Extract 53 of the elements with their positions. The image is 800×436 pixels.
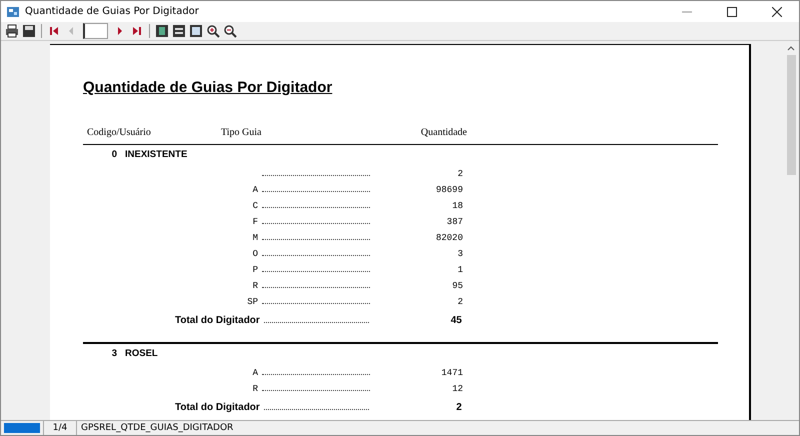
- total-value: 2: [455, 402, 462, 413]
- right-triangle-icon: [115, 26, 125, 36]
- quantity-value: 2: [456, 169, 463, 179]
- user-name: ROSEL: [125, 348, 158, 359]
- guide-type: SP: [246, 297, 258, 307]
- guide-type: A: [252, 185, 258, 195]
- quantity-value: 1471: [440, 368, 463, 378]
- single-page-button[interactable]: [154, 22, 170, 40]
- window-title: Quantidade de Guias Por Digitador: [25, 6, 199, 17]
- skip-last-icon: [132, 26, 142, 36]
- guide-type: A: [252, 368, 258, 378]
- guide-type: R: [252, 281, 258, 291]
- skip-first-icon: [49, 26, 59, 36]
- total-value: 45: [450, 315, 462, 326]
- close-icon: [772, 6, 782, 16]
- total-label: Total do Digitador: [175, 402, 260, 413]
- column-header: Codigo/Usuário: [87, 127, 152, 138]
- quantity-value: 82020: [434, 233, 463, 243]
- guide-type: F: [252, 217, 258, 227]
- quantity-value: 18: [451, 201, 463, 211]
- scrollbar-thumb[interactable]: [786, 55, 796, 175]
- user-name: INEXISTENTE: [125, 149, 188, 160]
- column-header: Tipo Guia: [221, 127, 262, 138]
- user-code: 3: [110, 348, 117, 359]
- user-code: 0: [110, 149, 117, 160]
- page-width-button[interactable]: [171, 22, 187, 40]
- quantity-value: 95: [451, 281, 463, 291]
- progress-bar: [4, 423, 40, 433]
- quantity-value: 98699: [434, 185, 463, 195]
- quantity-value: 2: [456, 297, 463, 307]
- guide-type: C: [252, 201, 258, 211]
- fit-page-button[interactable]: [188, 22, 204, 40]
- quantity-value: 12: [451, 384, 463, 394]
- quantity-value: 3: [456, 249, 463, 259]
- scroll-up-icon[interactable]: [787, 45, 795, 51]
- page-counter: 1/4: [43, 421, 76, 435]
- save-button[interactable]: [21, 22, 37, 40]
- maximize-icon: [726, 6, 736, 16]
- guide-type: P: [252, 265, 258, 275]
- total-label: Total do Digitador: [175, 315, 260, 326]
- guide-type: O: [252, 249, 258, 259]
- page-number-field[interactable]: [83, 23, 108, 39]
- quantity-value: 387: [446, 217, 463, 227]
- print-button[interactable]: [4, 22, 20, 40]
- guide-type: R: [252, 384, 258, 394]
- guide-type: M: [252, 233, 258, 243]
- app-icon: [6, 4, 20, 18]
- quantity-value: 1: [456, 265, 463, 275]
- column-header: Quantidade: [420, 127, 467, 138]
- zoom-out-button[interactable]: [222, 22, 238, 40]
- report-title: Quantidade de Guias Por Digitador: [83, 79, 334, 98]
- zoom-in-button[interactable]: [205, 22, 221, 40]
- report-name: GPSREL_QTDE_GUIAS_DIGITADOR: [76, 421, 799, 435]
